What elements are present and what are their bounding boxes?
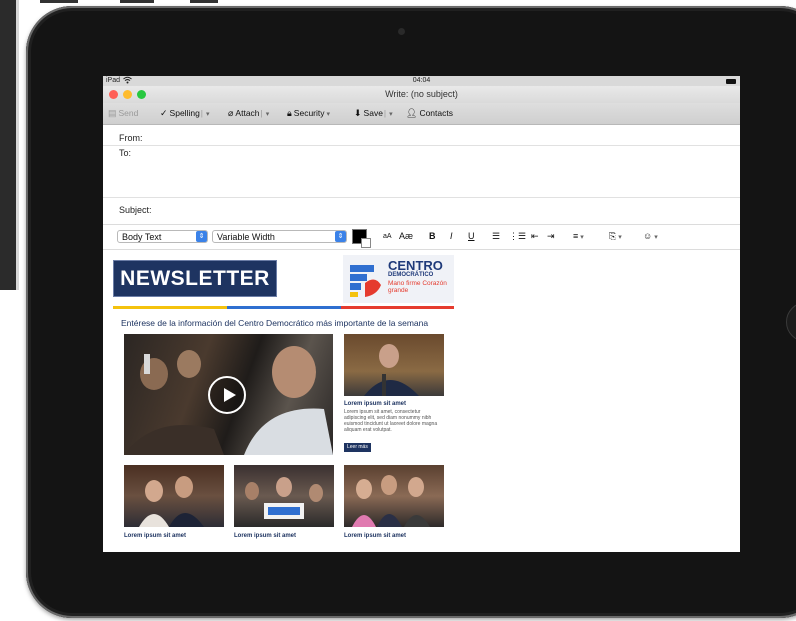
bold-button[interactable]: B xyxy=(429,231,436,241)
card-headline-2[interactable]: Lorem ipsum sit amet xyxy=(234,533,296,539)
ipad-screen: iPad 04:04 Write: (no subject) ▤ Send ✓ Sp… xyxy=(103,76,740,552)
featured-article-photo xyxy=(344,334,444,396)
paragraph-style-select[interactable]: Body Text ⇕ xyxy=(117,230,208,243)
send-button[interactable]: ▤ Send xyxy=(108,108,138,119)
download-icon: ⬇ xyxy=(354,108,362,118)
insert-icon[interactable]: ⎘ ▾ xyxy=(609,231,622,242)
bullet-list-icon[interactable]: ☰ xyxy=(492,231,500,242)
save-button[interactable]: ⬇ Save| ▾ xyxy=(354,108,393,119)
numbered-list-icon[interactable]: ⋮☰ xyxy=(509,231,526,242)
chevron-down-icon[interactable]: ▾ xyxy=(327,111,331,118)
smaller-text-button[interactable]: aA xyxy=(383,233,392,240)
updown-chevron-icon: ⇕ xyxy=(335,231,346,242)
to-field[interactable] xyxy=(143,146,733,196)
featured-article-headline[interactable]: Lorem ipsum sit amet xyxy=(344,401,406,407)
lock-icon: 🔒︎ xyxy=(287,108,292,118)
checkmark-icon: ✓ xyxy=(160,108,168,118)
window-title: Write: (no subject) xyxy=(385,89,458,99)
card-photo-1 xyxy=(124,465,224,527)
front-camera xyxy=(398,28,405,35)
status-time: 04:04 xyxy=(412,77,431,84)
centro-democratico-logo: CENTRO DEMOCRÁTICO Mano firme Corazón gr… xyxy=(343,255,454,303)
contacts-icon: 👤︎ xyxy=(406,108,418,118)
attach-button[interactable]: ⌀ Attach| ▾ xyxy=(228,108,269,119)
battery-icon xyxy=(726,79,736,84)
home-button[interactable] xyxy=(786,302,796,342)
italic-button[interactable]: I xyxy=(450,231,453,241)
background-color-button[interactable] xyxy=(361,238,371,248)
outdent-icon[interactable]: ⇤ xyxy=(531,231,539,242)
paperclip-icon: ⌀ xyxy=(228,108,234,118)
newsletter-tagline: Entérese de la información del Centro De… xyxy=(121,318,429,328)
format-toolbar: Body Text ⇕ Variable Width ⇕ aA Aæ B I U… xyxy=(103,224,740,250)
indent-icon[interactable]: ⇥ xyxy=(547,231,555,242)
party-logo-icon xyxy=(350,265,381,297)
read-more-button[interactable]: Leer más xyxy=(344,443,371,452)
newsletter-body: NEWSLETTER CENTRO DEMOCRÁTICO Mano firme… xyxy=(113,255,454,552)
newsletter-title: NEWSLETTER xyxy=(113,260,277,297)
to-label: To: xyxy=(119,148,132,158)
card-headline-1[interactable]: Lorem ipsum sit amet xyxy=(124,533,186,539)
emoji-icon[interactable]: ☺ ▾ xyxy=(643,231,658,241)
card-photo-3 xyxy=(344,465,444,527)
card-headline-3[interactable]: Lorem ipsum sit amet xyxy=(344,533,406,539)
featured-video-thumbnail[interactable] xyxy=(124,334,333,455)
subject-label: Subject: xyxy=(119,205,152,215)
subject-field[interactable] xyxy=(163,201,733,217)
compose-toolbar: ▤ Send ✓ Spelling| ▾ ⌀ Attach| ▾ 🔒︎ Security ▾ … xyxy=(103,103,740,125)
logo-subtitle: DEMOCRÁTICO xyxy=(388,272,434,278)
flag-stripe xyxy=(113,306,454,309)
underline-button[interactable]: U xyxy=(468,231,475,241)
font-select[interactable]: Variable Width ⇕ xyxy=(212,230,347,243)
spelling-button[interactable]: ✓ Spelling| ▾ xyxy=(160,108,210,119)
larger-text-button[interactable]: Aæ xyxy=(399,231,413,241)
from-label: From: xyxy=(119,133,143,143)
background-device-edge xyxy=(0,0,19,290)
security-button[interactable]: 🔒︎ Security ▾ xyxy=(287,108,330,119)
play-icon[interactable] xyxy=(208,376,246,414)
chevron-down-icon[interactable]: ▾ xyxy=(266,111,270,118)
chevron-down-icon[interactable]: ▾ xyxy=(206,111,210,118)
contacts-button[interactable]: 👤︎ Contacts xyxy=(406,108,453,119)
window-titlebar: Write: (no subject) xyxy=(103,86,740,103)
card-photo-2 xyxy=(234,465,334,527)
align-icon[interactable]: ≡ ▾ xyxy=(573,231,584,241)
chevron-down-icon[interactable]: ▾ xyxy=(389,111,393,118)
send-icon: ▤ xyxy=(108,108,117,118)
logo-slogan: Mano firme Corazón grande xyxy=(388,280,447,294)
updown-chevron-icon: ⇕ xyxy=(196,231,207,242)
logo-title: CENTRO xyxy=(388,258,443,273)
featured-article-body: Lorem ipsum sit amet, consectetur adipis… xyxy=(344,409,438,433)
ios-status-bar: iPad 04:04 xyxy=(103,76,740,86)
background-device-top xyxy=(40,0,300,4)
